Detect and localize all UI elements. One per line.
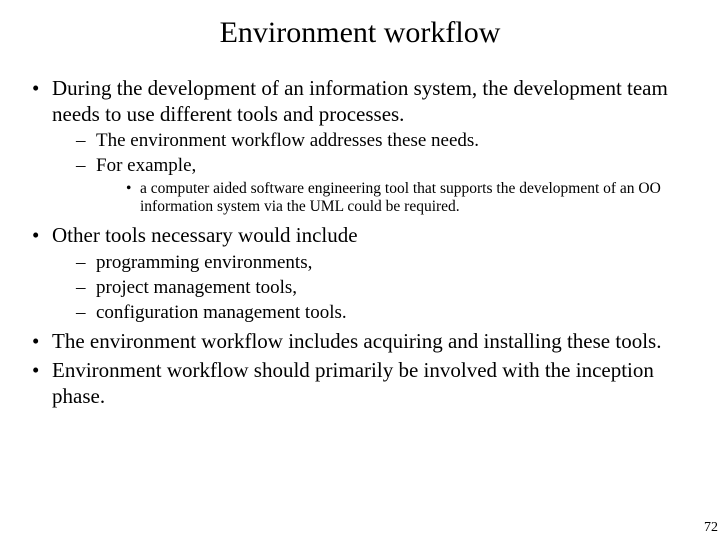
- bullet-text: During the development of an information…: [52, 76, 668, 126]
- slide-body: During the development of an information…: [0, 76, 720, 409]
- subsub-bullet-list: a computer aided software engineering to…: [96, 180, 692, 218]
- bullet-item: Environment workflow should primarily be…: [26, 358, 692, 409]
- sub-bullet-list: The environment workflow addresses these…: [52, 129, 692, 217]
- bullet-text: The environment workflow includes acquir…: [52, 329, 661, 353]
- sub-bullet-item: The environment workflow addresses these…: [76, 129, 692, 152]
- sub-bullet-item: project management tools,: [76, 276, 692, 299]
- sub-bullet-item: For example, a computer aided software e…: [76, 154, 692, 217]
- bullet-item: During the development of an information…: [26, 76, 692, 217]
- subsub-bullet-text: a computer aided software engineering to…: [140, 180, 661, 216]
- sub-bullet-text: configuration management tools.: [96, 302, 347, 323]
- bullet-item: Other tools necessary would include prog…: [26, 223, 692, 324]
- sub-bullet-text: project management tools,: [96, 277, 297, 298]
- bullet-text: Other tools necessary would include: [52, 223, 358, 247]
- slide-title: Environment workflow: [0, 16, 720, 50]
- sub-bullet-text: For example,: [96, 155, 196, 176]
- sub-bullet-text: The environment workflow addresses these…: [96, 130, 479, 151]
- sub-bullet-list: programming environments, project manage…: [52, 251, 692, 325]
- bullet-list: During the development of an information…: [26, 76, 692, 409]
- subsub-bullet-item: a computer aided software engineering to…: [126, 180, 692, 218]
- page-number: 72: [704, 520, 718, 536]
- bullet-text: Environment workflow should primarily be…: [52, 358, 654, 408]
- sub-bullet-item: configuration management tools.: [76, 301, 692, 324]
- slide: Environment workflow During the developm…: [0, 0, 720, 540]
- sub-bullet-text: programming environments,: [96, 252, 312, 273]
- sub-bullet-item: programming environments,: [76, 251, 692, 274]
- bullet-item: The environment workflow includes acquir…: [26, 329, 692, 355]
